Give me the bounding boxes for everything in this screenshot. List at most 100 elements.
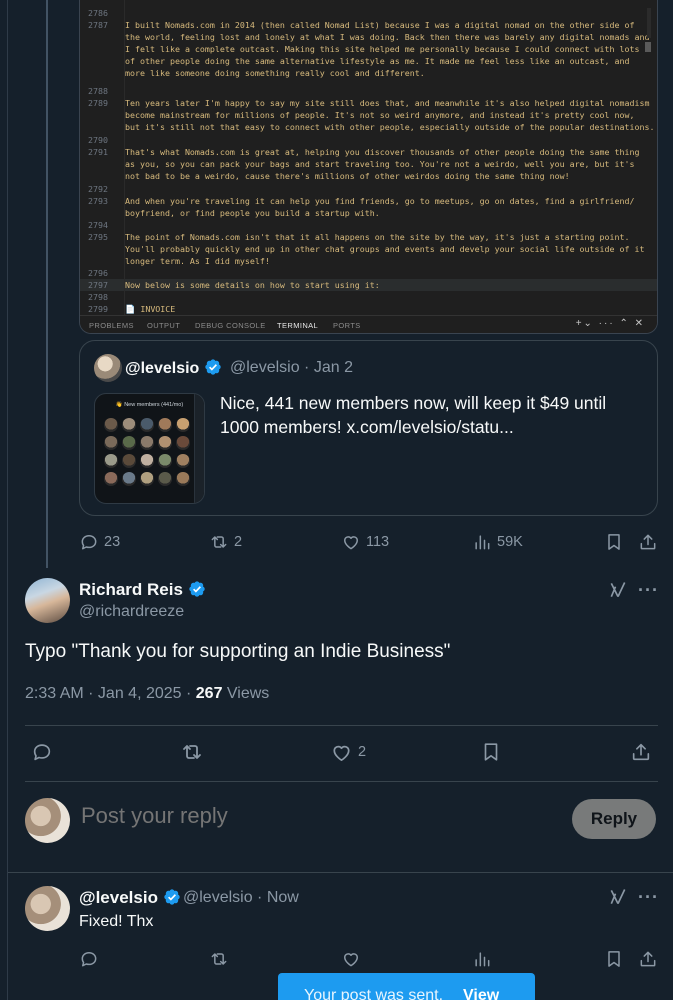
author-name[interactable]: @levelsio xyxy=(79,888,181,908)
like-action[interactable]: 2 xyxy=(330,737,366,767)
more-options-icon[interactable]: ··· xyxy=(638,580,659,601)
bookmark-action[interactable] xyxy=(604,527,624,557)
tweet-metadata: 2:33 AM · Jan 4, 2025 · 267 Views xyxy=(25,685,269,703)
repost-icon xyxy=(183,745,201,759)
line-number: 2790 xyxy=(88,135,108,145)
code-text: boyfriend, or find people you build a st… xyxy=(125,208,380,218)
share-action[interactable] xyxy=(638,944,658,974)
panel-tab-debug-console: DEBUG CONSOLE xyxy=(195,321,266,330)
author-handle-time[interactable]: @levelsio · Now xyxy=(183,889,299,907)
member-avatar xyxy=(104,454,118,468)
code-line: 2786 xyxy=(80,7,657,19)
reply-icon xyxy=(81,952,97,967)
code-text: of other people doing the same alternati… xyxy=(125,56,630,66)
author-avatar[interactable] xyxy=(25,578,70,623)
grok-icon[interactable] xyxy=(608,887,628,907)
repost-action[interactable] xyxy=(180,737,204,767)
code-line: not bad to be a weirdo, cause there's mi… xyxy=(80,170,657,182)
code-text: longer term. As I did myself! xyxy=(125,256,270,266)
like-action[interactable]: 113 xyxy=(341,527,389,557)
post-sent-toast: Your post was sent. View xyxy=(278,973,535,1000)
thread-connector-line xyxy=(46,0,48,568)
code-line: I felt like a complete outcast. Making t… xyxy=(80,43,657,55)
editor-panel-bar: PROBLEMS OUTPUT DEBUG CONSOLE TERMINAL P… xyxy=(80,315,657,333)
code-line: 2794 xyxy=(80,219,657,231)
reply-action[interactable]: 23 xyxy=(79,527,120,557)
line-number: 2799 xyxy=(88,304,108,314)
code-editor-screenshot[interactable]: 2786 2787 I built Nomads.com in 2014 (then… xyxy=(79,0,658,334)
member-avatar xyxy=(158,418,172,432)
bookmark-icon xyxy=(484,743,498,761)
line-number: 2787 xyxy=(88,20,108,30)
line-number: 2794 xyxy=(88,220,108,230)
views-icon xyxy=(475,952,490,967)
tweet-timestamp[interactable]: 2:33 AM · Jan 4, 2025 · xyxy=(25,685,196,702)
author-handle[interactable]: @richardreeze xyxy=(79,603,184,621)
member-avatar xyxy=(176,436,190,450)
more-options-icon[interactable]: ··· xyxy=(638,887,659,908)
levelsio-avatar[interactable] xyxy=(25,886,70,931)
code-text: Now below is some details on how to star… xyxy=(125,280,380,290)
tweet-text: Typo "Thank you for supporting an Indie … xyxy=(25,641,451,662)
code-line: more like someone doing something really… xyxy=(80,67,657,79)
code-text: Ten years later I'm happy to say my site… xyxy=(125,98,650,108)
toast-view-link[interactable]: View xyxy=(463,987,499,1000)
bookmark-action[interactable] xyxy=(604,944,624,974)
my-avatar[interactable] xyxy=(25,798,70,843)
code-line: the world, feeling lost and lonely at wh… xyxy=(80,31,657,43)
quoted-media-thumbnail[interactable]: 👋 New members (441/mo) xyxy=(94,393,205,504)
code-text: You'll probably quickly end up in other … xyxy=(125,244,645,254)
like-count: 113 xyxy=(366,534,390,550)
reply-count: 23 xyxy=(104,534,121,550)
code-text: That's what Nomads.com is great at, help… xyxy=(125,147,640,157)
verified-badge-icon xyxy=(164,889,180,905)
reply-action[interactable] xyxy=(79,944,99,974)
member-avatar xyxy=(104,436,118,450)
repost-action[interactable] xyxy=(209,944,229,974)
line-number: 2791 xyxy=(88,147,108,157)
grok-icon[interactable] xyxy=(608,580,628,600)
bookmark-icon xyxy=(608,534,620,550)
code-line: longer term. As I did myself! xyxy=(80,255,657,267)
line-number: 2798 xyxy=(88,292,108,302)
bookmark-action[interactable] xyxy=(480,737,502,767)
heart-icon xyxy=(333,745,350,761)
quoted-author-avatar xyxy=(94,354,122,382)
code-line: You'll probably quickly end up in other … xyxy=(80,243,657,255)
line-number: 2793 xyxy=(88,196,108,206)
member-avatar xyxy=(122,472,136,486)
divider xyxy=(25,781,658,782)
editor-minimap xyxy=(647,8,651,38)
code-line: 2789 Ten years later I'm happy to say my … xyxy=(80,97,657,109)
member-avatar xyxy=(158,472,172,486)
gutter-separator xyxy=(124,0,125,316)
member-avatar xyxy=(122,454,136,468)
share-action[interactable] xyxy=(638,527,658,557)
views-action[interactable]: 59K xyxy=(472,527,523,557)
share-action[interactable] xyxy=(630,737,652,767)
tweet-text: Fixed! Thx xyxy=(79,913,154,930)
quoted-tweet[interactable]: @levelsio @levelsio · Jan 2 👋 New member… xyxy=(79,340,658,516)
quoted-tweet-text: Nice, 441 new members now, will keep it … xyxy=(220,393,607,437)
code-line: 2790 xyxy=(80,134,657,146)
code-line: as you, so you can pack your bags and st… xyxy=(80,158,657,170)
author-name[interactable]: Richard Reis xyxy=(79,580,206,600)
reply-action[interactable] xyxy=(31,737,53,767)
code-line: 2793 And when you're traveling it can hel… xyxy=(80,195,657,207)
panel-tab-ports: PORTS xyxy=(333,321,361,330)
reply-icon xyxy=(81,535,97,550)
reply-icon xyxy=(33,744,51,761)
code-text: the world, feeling lost and lonely at wh… xyxy=(125,32,650,42)
reply-input[interactable] xyxy=(81,803,551,829)
reply-button[interactable]: Reply xyxy=(572,799,656,839)
panel-tab-output: OUTPUT xyxy=(147,321,181,330)
new-reply-actions-row xyxy=(0,944,673,974)
code-text: And when you're traveling it can help yo… xyxy=(125,196,635,206)
line-number: 2797 xyxy=(88,280,108,290)
like-action[interactable] xyxy=(341,944,361,974)
line-number: 2792 xyxy=(88,184,108,194)
line-number: 2786 xyxy=(88,8,108,18)
views-action[interactable] xyxy=(472,944,492,974)
quoted-author-name: @levelsio xyxy=(125,358,222,378)
repost-action[interactable]: 2 xyxy=(209,527,242,557)
